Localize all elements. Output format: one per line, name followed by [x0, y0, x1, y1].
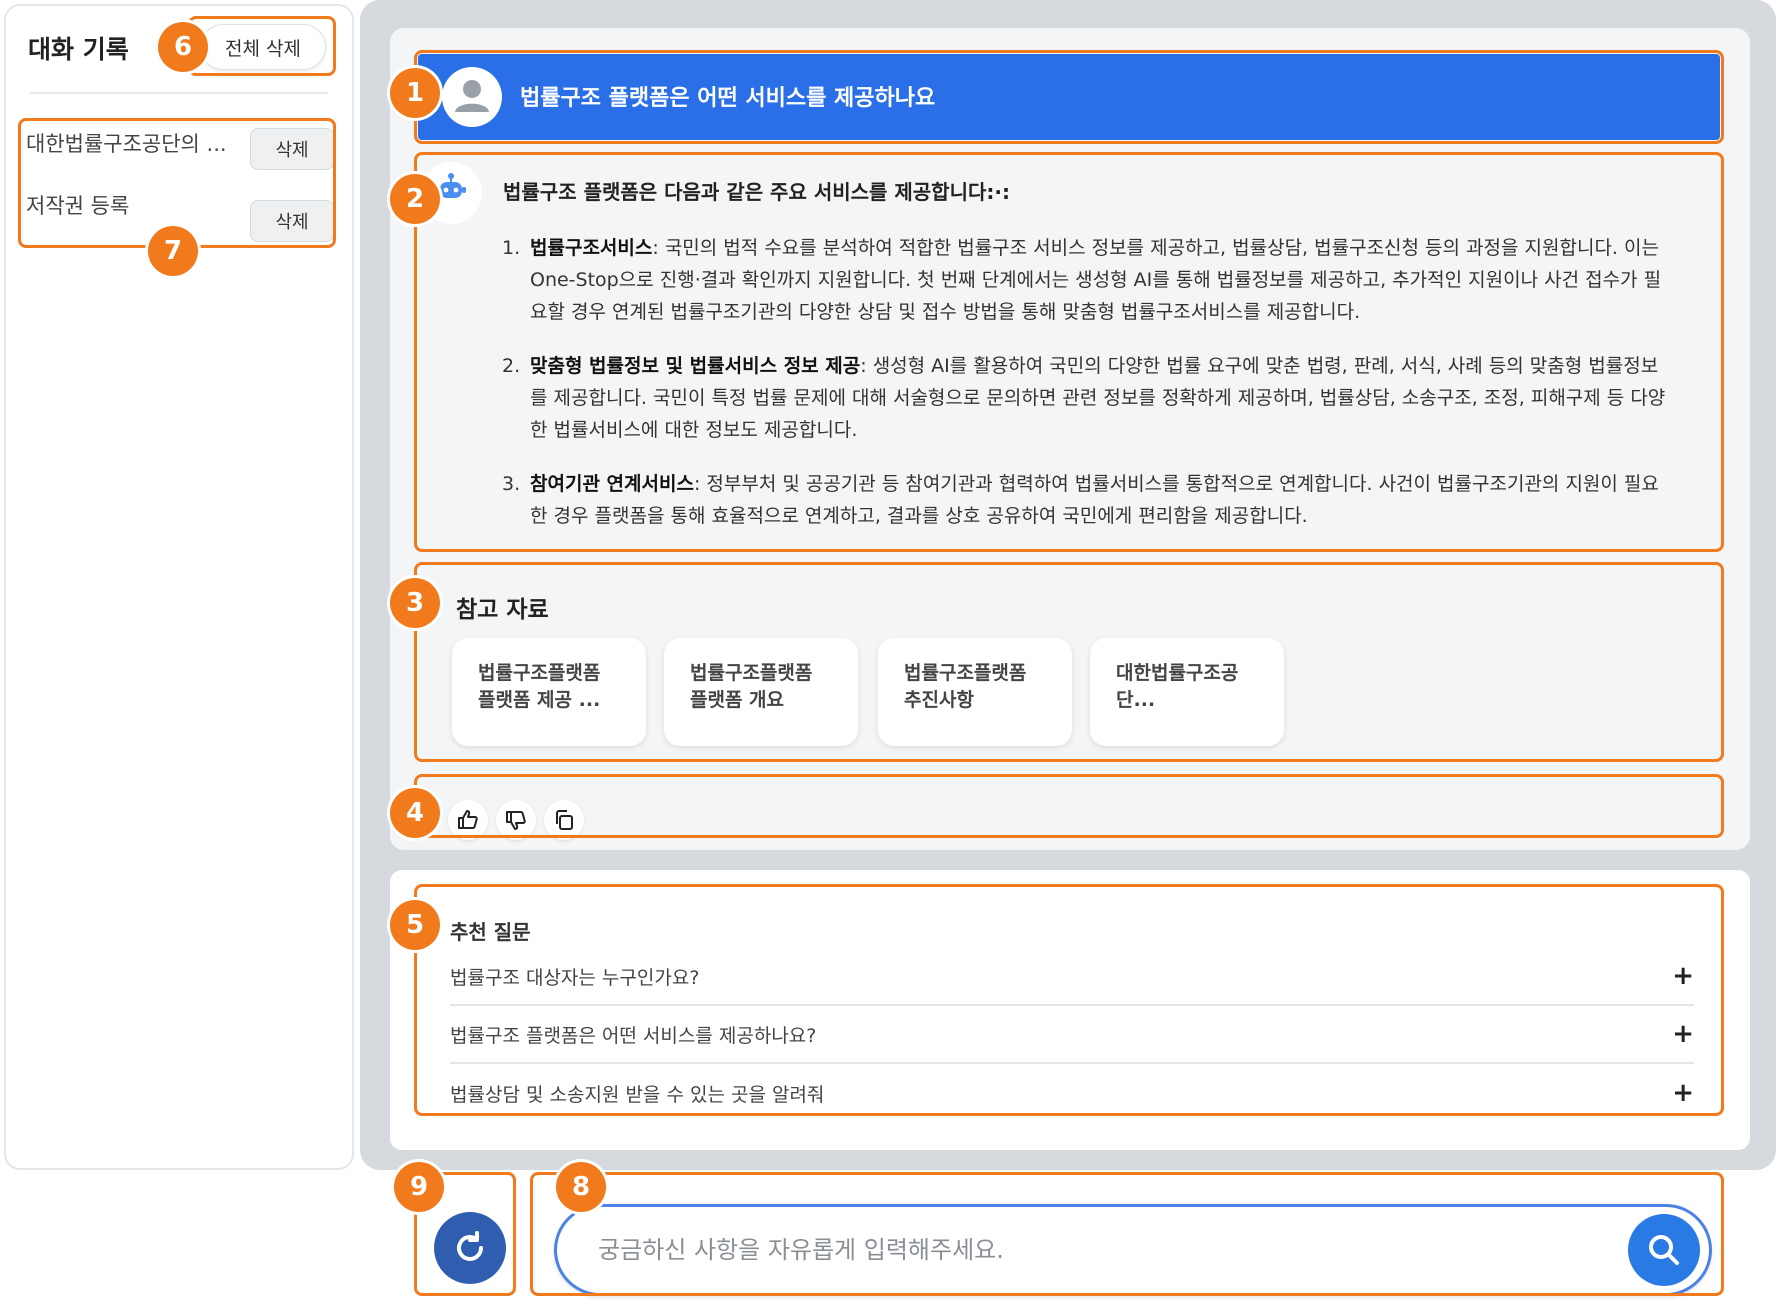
annotation-badge-6: 6 — [158, 22, 208, 72]
annotation-box-5 — [414, 884, 1724, 1116]
annotation-box-3 — [414, 562, 1724, 762]
annotation-badge-8: 8 — [556, 1162, 606, 1212]
annotation-box-1 — [414, 50, 1724, 144]
annotation-badge-5: 5 — [390, 900, 440, 950]
sidebar-title: 대화 기록 — [28, 35, 129, 64]
annotation-box-8 — [530, 1172, 1724, 1296]
annotation-badge-3: 3 — [390, 578, 440, 628]
annotation-box-4 — [414, 774, 1724, 838]
annotation-badge-1: 1 — [390, 68, 440, 118]
annotation-badge-2: 2 — [390, 174, 440, 224]
annotation-badge-7: 7 — [148, 226, 198, 276]
annotation-box-2 — [414, 152, 1724, 552]
annotation-badge-4: 4 — [390, 788, 440, 838]
sidebar-divider — [30, 92, 328, 94]
annotation-badge-9: 9 — [394, 1162, 444, 1212]
annotation-box-6 — [188, 16, 336, 76]
